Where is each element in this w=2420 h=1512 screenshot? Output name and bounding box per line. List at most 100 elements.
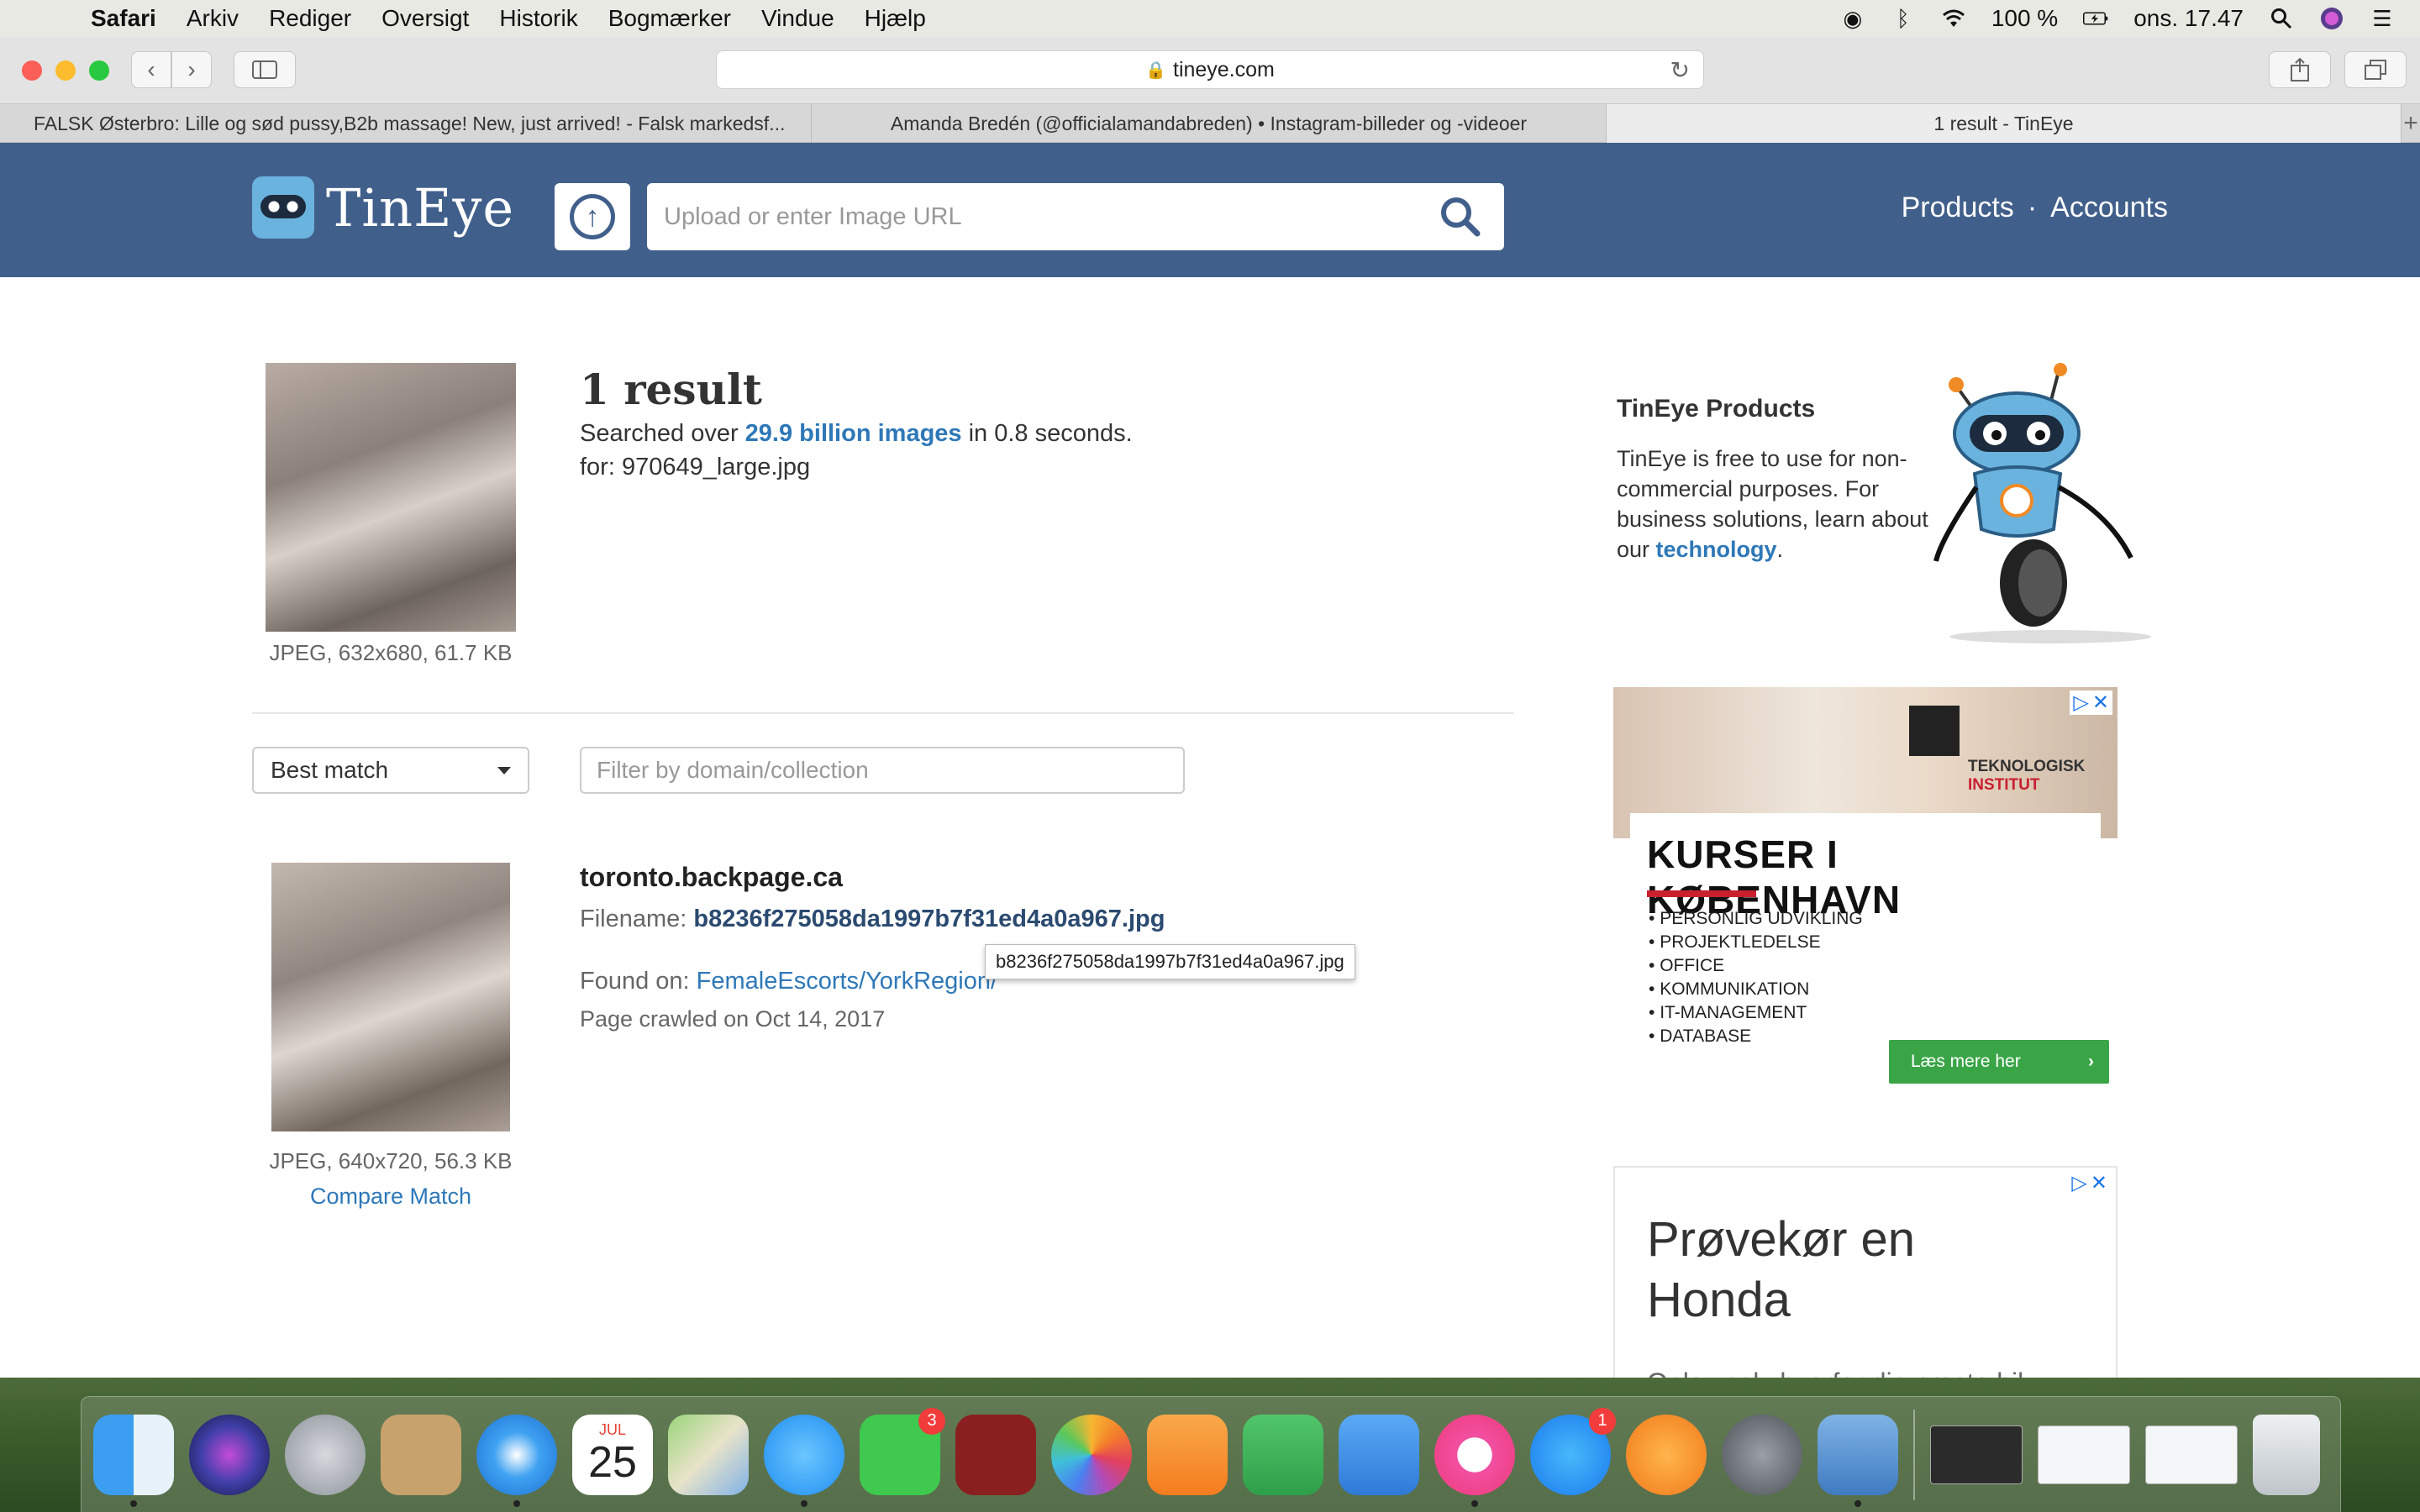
fullscreen-window-button[interactable] xyxy=(89,60,109,81)
ad-course-item: PROJEKTLEDELSE xyxy=(1649,931,1863,954)
tab-bar: FALSK Østerbro: Lille og sød pussy,B2b m… xyxy=(0,104,2420,143)
products-heading: TinEye Products xyxy=(1617,395,1816,423)
index-size-link[interactable]: 29.9 billion images xyxy=(745,420,962,447)
match-image-thumbnail[interactable] xyxy=(271,863,510,1131)
tab-instagram[interactable]: Amanda Bredén (@officialamandabreden) • … xyxy=(812,104,1607,143)
ad-brand: TEKNOLOGISK INSTITUT xyxy=(1968,758,2085,795)
browser-toolbar: ‹ › 🔒 tineye.com ↻ xyxy=(0,37,2420,104)
image-url-search-box xyxy=(647,183,1504,250)
menu-arkiv[interactable]: Arkiv xyxy=(187,5,239,32)
adchoices-icon[interactable]: ▷ xyxy=(2073,690,2088,715)
forward-button[interactable]: › xyxy=(171,51,212,88)
minimized-window-thumbnail[interactable] xyxy=(2038,1425,2130,1484)
close-ad-icon[interactable]: ✕ xyxy=(2091,1171,2107,1195)
siri-icon[interactable] xyxy=(2319,6,2344,31)
menu-app-safari[interactable]: Safari xyxy=(91,5,156,32)
tineye-logo[interactable]: TinEye xyxy=(252,176,514,239)
close-ad-icon[interactable]: ✕ xyxy=(2092,690,2109,715)
caret-down-icon xyxy=(497,767,511,774)
facetime-icon[interactable]: 3 xyxy=(860,1407,945,1495)
robot-mascot-icon xyxy=(1933,363,2151,643)
technology-link[interactable]: technology xyxy=(1656,537,1777,562)
spotlight-search-icon[interactable] xyxy=(2269,6,2294,31)
products-link[interactable]: Products xyxy=(1902,192,2014,224)
show-all-tabs-button[interactable] xyxy=(2344,51,2407,88)
contacts-icon[interactable] xyxy=(381,1414,461,1495)
launchpad-icon[interactable] xyxy=(285,1414,366,1495)
eye-icon[interactable]: ◉ xyxy=(1840,6,1865,31)
ad-course-item: KOMMUNIKATION xyxy=(1649,978,1863,1001)
safari-icon[interactable] xyxy=(476,1414,557,1507)
match-filename-link[interactable]: b8236f275058da1997b7f31ed4a0a967.jpg xyxy=(693,906,1165,932)
minimize-window-button[interactable] xyxy=(55,60,76,81)
ad-choices[interactable]: ▷ ✕ xyxy=(2070,690,2112,715)
finder-icon[interactable] xyxy=(93,1414,174,1507)
search-icon[interactable] xyxy=(1439,195,1482,239)
ibooks-icon[interactable] xyxy=(1626,1414,1707,1495)
domain-filter-input[interactable] xyxy=(580,747,1185,794)
reload-icon[interactable]: ↻ xyxy=(1670,56,1690,84)
running-indicator xyxy=(130,1499,137,1507)
menu-vindue[interactable]: Vindue xyxy=(761,5,834,32)
adchoices-icon[interactable]: ▷ xyxy=(2071,1171,2086,1195)
ad-brand-line1: TEKNOLOGISK xyxy=(1968,758,2086,775)
calendar-icon[interactable]: JUL 25 xyxy=(572,1414,653,1495)
photos-icon[interactable] xyxy=(1051,1414,1132,1495)
ad-course-item: OFFICE xyxy=(1649,954,1863,978)
close-window-button[interactable] xyxy=(22,60,42,81)
upload-button[interactable]: ↑ xyxy=(555,183,630,250)
menu-rediger[interactable]: Rediger xyxy=(269,5,351,32)
ad-choices[interactable]: ▷ ✕ xyxy=(2068,1171,2111,1195)
ad-read-more-button[interactable]: Læs mere her › xyxy=(1889,1040,2109,1084)
app-store-icon[interactable]: 1 xyxy=(1530,1407,1616,1495)
bluetooth-icon[interactable]: ᛒ xyxy=(1891,6,1916,31)
menubar-clock[interactable]: ons. 17.47 xyxy=(2133,5,2244,32)
sort-select[interactable]: Best match xyxy=(252,747,529,794)
found-on-link[interactable]: FemaleEscorts/YorkRegion/ xyxy=(697,968,997,995)
tab-tineye-active[interactable]: 1 result - TinEye xyxy=(1607,104,2402,143)
menu-hjaelp[interactable]: Hjælp xyxy=(865,5,926,32)
back-button[interactable]: ‹ xyxy=(131,51,171,88)
preview-icon[interactable] xyxy=(1818,1414,1898,1507)
accounts-link[interactable]: Accounts xyxy=(2050,192,2168,224)
battery-icon[interactable] xyxy=(2083,6,2108,31)
maps-icon[interactable] xyxy=(668,1414,749,1495)
system-preferences-icon[interactable] xyxy=(1722,1414,1802,1495)
dock: JUL 25 3 1 xyxy=(81,1396,2341,1512)
products-description: TinEye is free to use for non-commercial… xyxy=(1617,444,1936,564)
filename-tooltip: b8236f275058da1997b7f31ed4a0a967.jpg xyxy=(985,944,1355,979)
siri-icon[interactable] xyxy=(189,1414,270,1495)
photo-booth-icon[interactable] xyxy=(955,1414,1036,1495)
menu-historik[interactable]: Historik xyxy=(499,5,577,32)
pages-icon[interactable] xyxy=(1147,1414,1228,1495)
wifi-icon[interactable] xyxy=(1941,6,1966,31)
sidebar-toggle-button[interactable] xyxy=(234,51,296,88)
minimized-window-thumbnail[interactable] xyxy=(1930,1425,2023,1484)
trash-icon[interactable] xyxy=(2253,1414,2320,1495)
share-button[interactable] xyxy=(2269,51,2331,88)
teknologisk-logo-icon xyxy=(1909,706,1960,756)
itunes-icon[interactable] xyxy=(1434,1414,1515,1507)
query-filename: for: 970649_large.jpg xyxy=(580,454,811,480)
menu-oversigt[interactable]: Oversigt xyxy=(381,5,469,32)
minimized-window-thumbnail[interactable] xyxy=(2145,1425,2238,1484)
image-url-input[interactable] xyxy=(664,202,1420,231)
ad-accent-bar xyxy=(1647,890,1756,897)
ad-course-item: PERSONLIG UDVIKLING xyxy=(1649,907,1863,931)
notification-center-icon[interactable]: ☰ xyxy=(2370,6,2395,31)
keynote-icon[interactable] xyxy=(1339,1414,1419,1495)
query-image-thumbnail[interactable] xyxy=(266,363,516,632)
new-tab-button[interactable]: + xyxy=(2402,104,2420,143)
logo-text: TinEye xyxy=(326,176,515,239)
robot-logo-icon xyxy=(252,176,314,239)
menu-bogmaerker[interactable]: Bogmærker xyxy=(608,5,731,32)
section-divider xyxy=(252,712,1514,714)
compare-match-link[interactable]: Compare Match xyxy=(266,1184,516,1210)
numbers-icon[interactable] xyxy=(1243,1414,1323,1495)
messages-icon[interactable] xyxy=(764,1414,844,1507)
ad-honda[interactable]: Prøvekør en Honda Oplev selv hvorfor din … xyxy=(1613,1166,2118,1378)
tab-falsk-osterbro[interactable]: FALSK Østerbro: Lille og sød pussy,B2b m… xyxy=(0,104,812,143)
battery-percent: 100 % xyxy=(1991,5,2059,31)
ad-teknologisk-institut[interactable]: TEKNOLOGISKINSTITUT KURSER I KØBENHAVN P… xyxy=(1613,687,2118,1107)
address-bar[interactable]: 🔒 tineye.com ↻ xyxy=(716,50,1704,89)
